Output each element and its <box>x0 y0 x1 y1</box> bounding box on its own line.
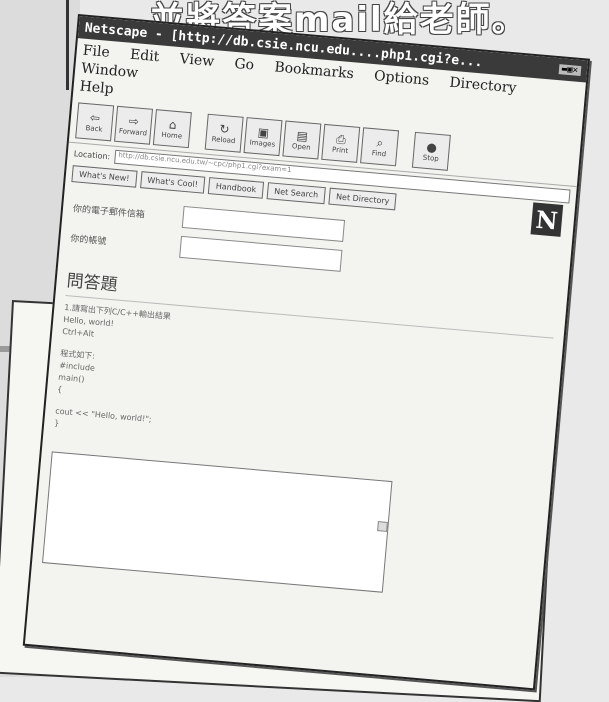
menu-file[interactable]: File <box>82 43 110 61</box>
menu-edit[interactable]: Edit <box>129 47 160 65</box>
menu-go[interactable]: Go <box>234 56 255 74</box>
menu-options[interactable]: Options <box>373 68 429 89</box>
find-button[interactable]: ⌕ Find <box>360 127 400 167</box>
back-icon: ⇦ <box>89 110 101 126</box>
reload-button[interactable]: ↻ Reload <box>204 113 244 153</box>
open-icon: ▤ <box>295 128 309 144</box>
home-button[interactable]: ⌂ Home <box>152 109 192 149</box>
menu-view[interactable]: View <box>179 51 215 70</box>
forward-button[interactable]: ⇨ Forward <box>114 105 154 145</box>
netscape-logo: N <box>530 202 564 237</box>
browser-window: Netscape - [http://db.csie.ncu.edu....ph… <box>22 14 591 691</box>
reload-icon: ↻ <box>218 121 231 137</box>
print-button[interactable]: ⎙ Print <box>321 123 361 163</box>
frame-line <box>66 0 69 90</box>
answer-textarea[interactable] <box>42 451 393 593</box>
location-label: Location: <box>73 148 111 161</box>
stop-icon: ● <box>425 139 438 155</box>
net-directory-button[interactable]: Net Directory <box>328 187 398 211</box>
id-field[interactable] <box>179 235 343 272</box>
menu-help[interactable]: Help <box>79 78 114 97</box>
email-field[interactable] <box>181 205 346 242</box>
textarea-scrollbar[interactable] <box>377 521 388 532</box>
open-button[interactable]: ▤ Open <box>282 120 322 160</box>
forward-icon: ⇨ <box>128 113 140 129</box>
window-controls[interactable]: ▬▣✕ <box>558 64 582 77</box>
back-button[interactable]: ⇦ Back <box>75 102 115 142</box>
print-icon: ⎙ <box>335 132 347 147</box>
menu-directory[interactable]: Directory <box>449 75 517 97</box>
menu-bookmarks[interactable]: Bookmarks <box>274 59 355 82</box>
net-search-button[interactable]: Net Search <box>266 182 326 205</box>
images-icon: ▣ <box>257 125 270 141</box>
whats-cool-button[interactable]: What's Cool! <box>139 171 206 194</box>
whats-new-button[interactable]: What's New! <box>71 165 138 188</box>
home-icon: ⌂ <box>168 117 178 132</box>
stop-button[interactable]: ● Stop <box>411 131 451 171</box>
email-label: 你的電子郵件信箱 <box>72 203 146 221</box>
handbook-button[interactable]: Handbook <box>208 177 264 199</box>
find-icon: ⌕ <box>375 135 384 151</box>
images-button[interactable]: ▣ Images <box>243 117 283 157</box>
id-label: 你的帳號 <box>69 233 107 247</box>
page-content: 你的電子郵件信箱 你的帳號 問答題 1.請寫出下列C/C++輸出結果 Hello… <box>31 188 573 615</box>
